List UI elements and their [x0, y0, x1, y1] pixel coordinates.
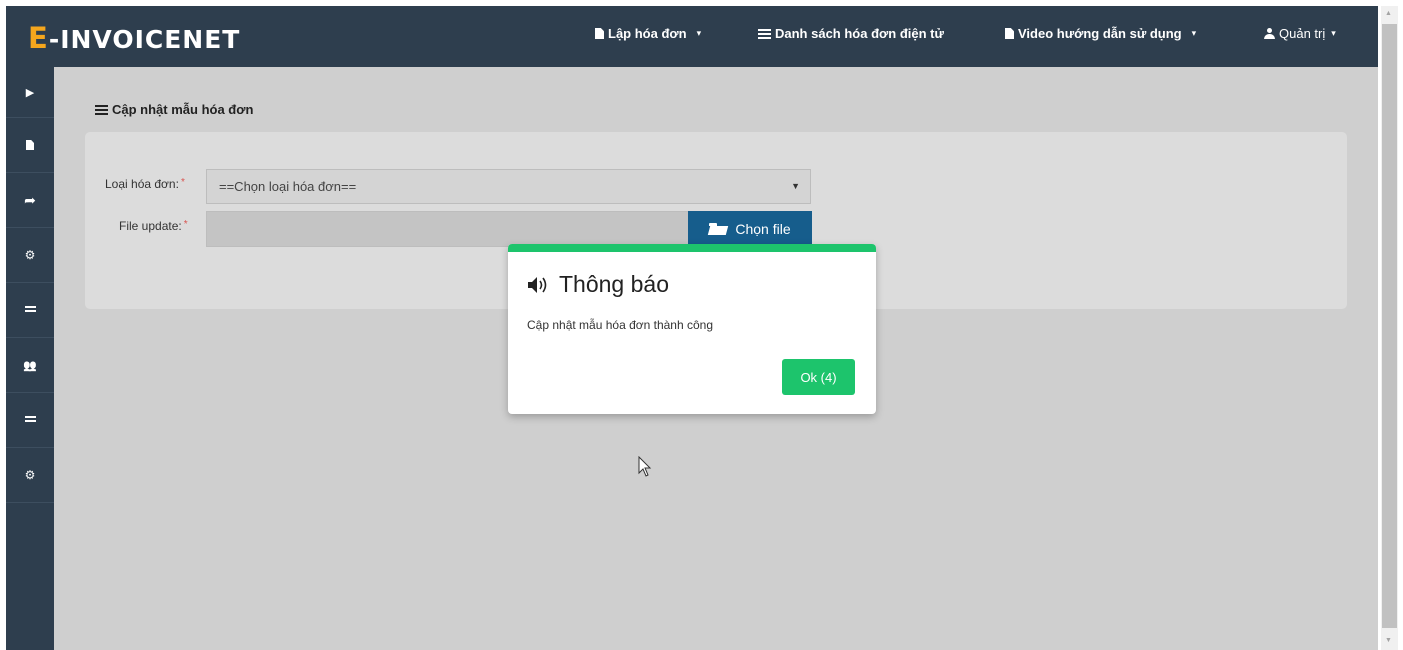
top-navbar: E-INVOICENET Lập hóa đơn ▾ Danh sách hóa…	[6, 6, 1378, 67]
sidebar-item-users[interactable]: 👥	[6, 338, 54, 393]
file-update-input[interactable]	[206, 211, 689, 247]
sidebar-item-toggle[interactable]: ▶	[6, 67, 54, 118]
list-icon	[24, 416, 36, 424]
chevron-down-icon: ▼	[791, 181, 800, 191]
choose-file-button[interactable]: Chọn file	[688, 211, 812, 247]
dialog-message: Cập nhật mẫu hóa đơn thành công	[527, 318, 714, 332]
logo-text: -INVOICENET	[48, 25, 241, 54]
document-icon	[1005, 28, 1014, 39]
sidebar-item-share[interactable]: ➦	[6, 173, 54, 228]
dialog-title-text: Thông báo	[559, 271, 669, 297]
sidebar-item-list-2[interactable]	[6, 393, 54, 448]
sidebar-item-settings[interactable]: ⚙	[6, 228, 54, 283]
scroll-up-icon[interactable]: ▲	[1385, 10, 1392, 17]
nav-admin[interactable]: Quản trị ▾	[1264, 26, 1336, 41]
document-icon	[595, 28, 604, 39]
cogs-icon: ⚙	[24, 248, 36, 262]
list-icon	[758, 28, 771, 39]
mouse-cursor-icon	[638, 456, 652, 477]
nav-video-guide-label: Video hướng dẫn sử dụng	[1018, 26, 1182, 41]
required-mark: *	[183, 219, 188, 230]
app-window: E-INVOICENET Lập hóa đơn ▾ Danh sách hóa…	[6, 6, 1378, 650]
share-icon: ➦	[24, 191, 36, 208]
sidebar-item-settings-2[interactable]: ⚙	[6, 448, 54, 503]
dialog-accent-bar	[508, 244, 876, 252]
folder-open-icon	[709, 223, 727, 235]
nav-video-guide[interactable]: Video hướng dẫn sử dụng ▾	[1005, 26, 1196, 41]
chevron-down-icon: ▾	[696, 28, 702, 38]
nav-create-invoice[interactable]: Lập hóa đơn ▾	[595, 26, 701, 41]
sidebar-item-list[interactable]	[6, 283, 54, 338]
file-update-label-text: File update:	[119, 219, 182, 233]
chevron-down-icon: ▾	[1191, 28, 1197, 38]
cogs-icon: ⚙	[24, 468, 36, 482]
chevron-down-icon: ▾	[1331, 28, 1336, 38]
notification-dialog: Thông báo Cập nhật mẫu hóa đơn thành côn…	[508, 244, 876, 414]
sidebar-item-documents[interactable]	[6, 118, 54, 173]
scroll-down-icon[interactable]: ▼	[1385, 637, 1392, 644]
play-icon: ▶	[25, 86, 35, 99]
page-title-text: Cập nhật mẫu hóa đơn	[112, 102, 254, 117]
users-icon: 👥	[23, 359, 37, 372]
choose-file-label: Chọn file	[735, 221, 791, 237]
list-icon	[24, 306, 36, 314]
invoice-type-select[interactable]: ==Chọn loại hóa đơn== ▼	[206, 169, 811, 204]
ok-button[interactable]: Ok (4)	[782, 359, 855, 395]
sidebar: ▶ ➦ ⚙ 👥 ⚙	[6, 67, 54, 650]
nav-admin-label: Quản trị	[1279, 26, 1326, 41]
nav-create-invoice-label: Lập hóa đơn	[608, 26, 687, 41]
brand-logo[interactable]: E-INVOICENET	[28, 21, 240, 55]
file-update-label: File update: *	[119, 219, 188, 233]
page-title: Cập nhật mẫu hóa đơn	[95, 102, 253, 117]
document-icon	[26, 140, 34, 150]
user-icon	[1264, 28, 1275, 39]
invoice-type-label-text: Loại hóa đơn:	[105, 177, 179, 191]
required-mark: *	[180, 177, 185, 188]
volume-icon	[528, 276, 547, 293]
nav-invoice-list-label: Danh sách hóa đơn điện tử	[775, 26, 944, 41]
invoice-type-selected: ==Chọn loại hóa đơn==	[219, 179, 357, 194]
list-icon	[95, 104, 108, 115]
dialog-title: Thông báo	[527, 271, 669, 298]
page-scrollbar[interactable]: ▲ ▼	[1381, 6, 1398, 650]
nav-invoice-list[interactable]: Danh sách hóa đơn điện tử	[758, 26, 944, 41]
logo-e: E	[28, 21, 49, 55]
invoice-type-label: Loại hóa đơn: *	[105, 177, 185, 191]
scrollbar-thumb[interactable]	[1382, 24, 1397, 628]
